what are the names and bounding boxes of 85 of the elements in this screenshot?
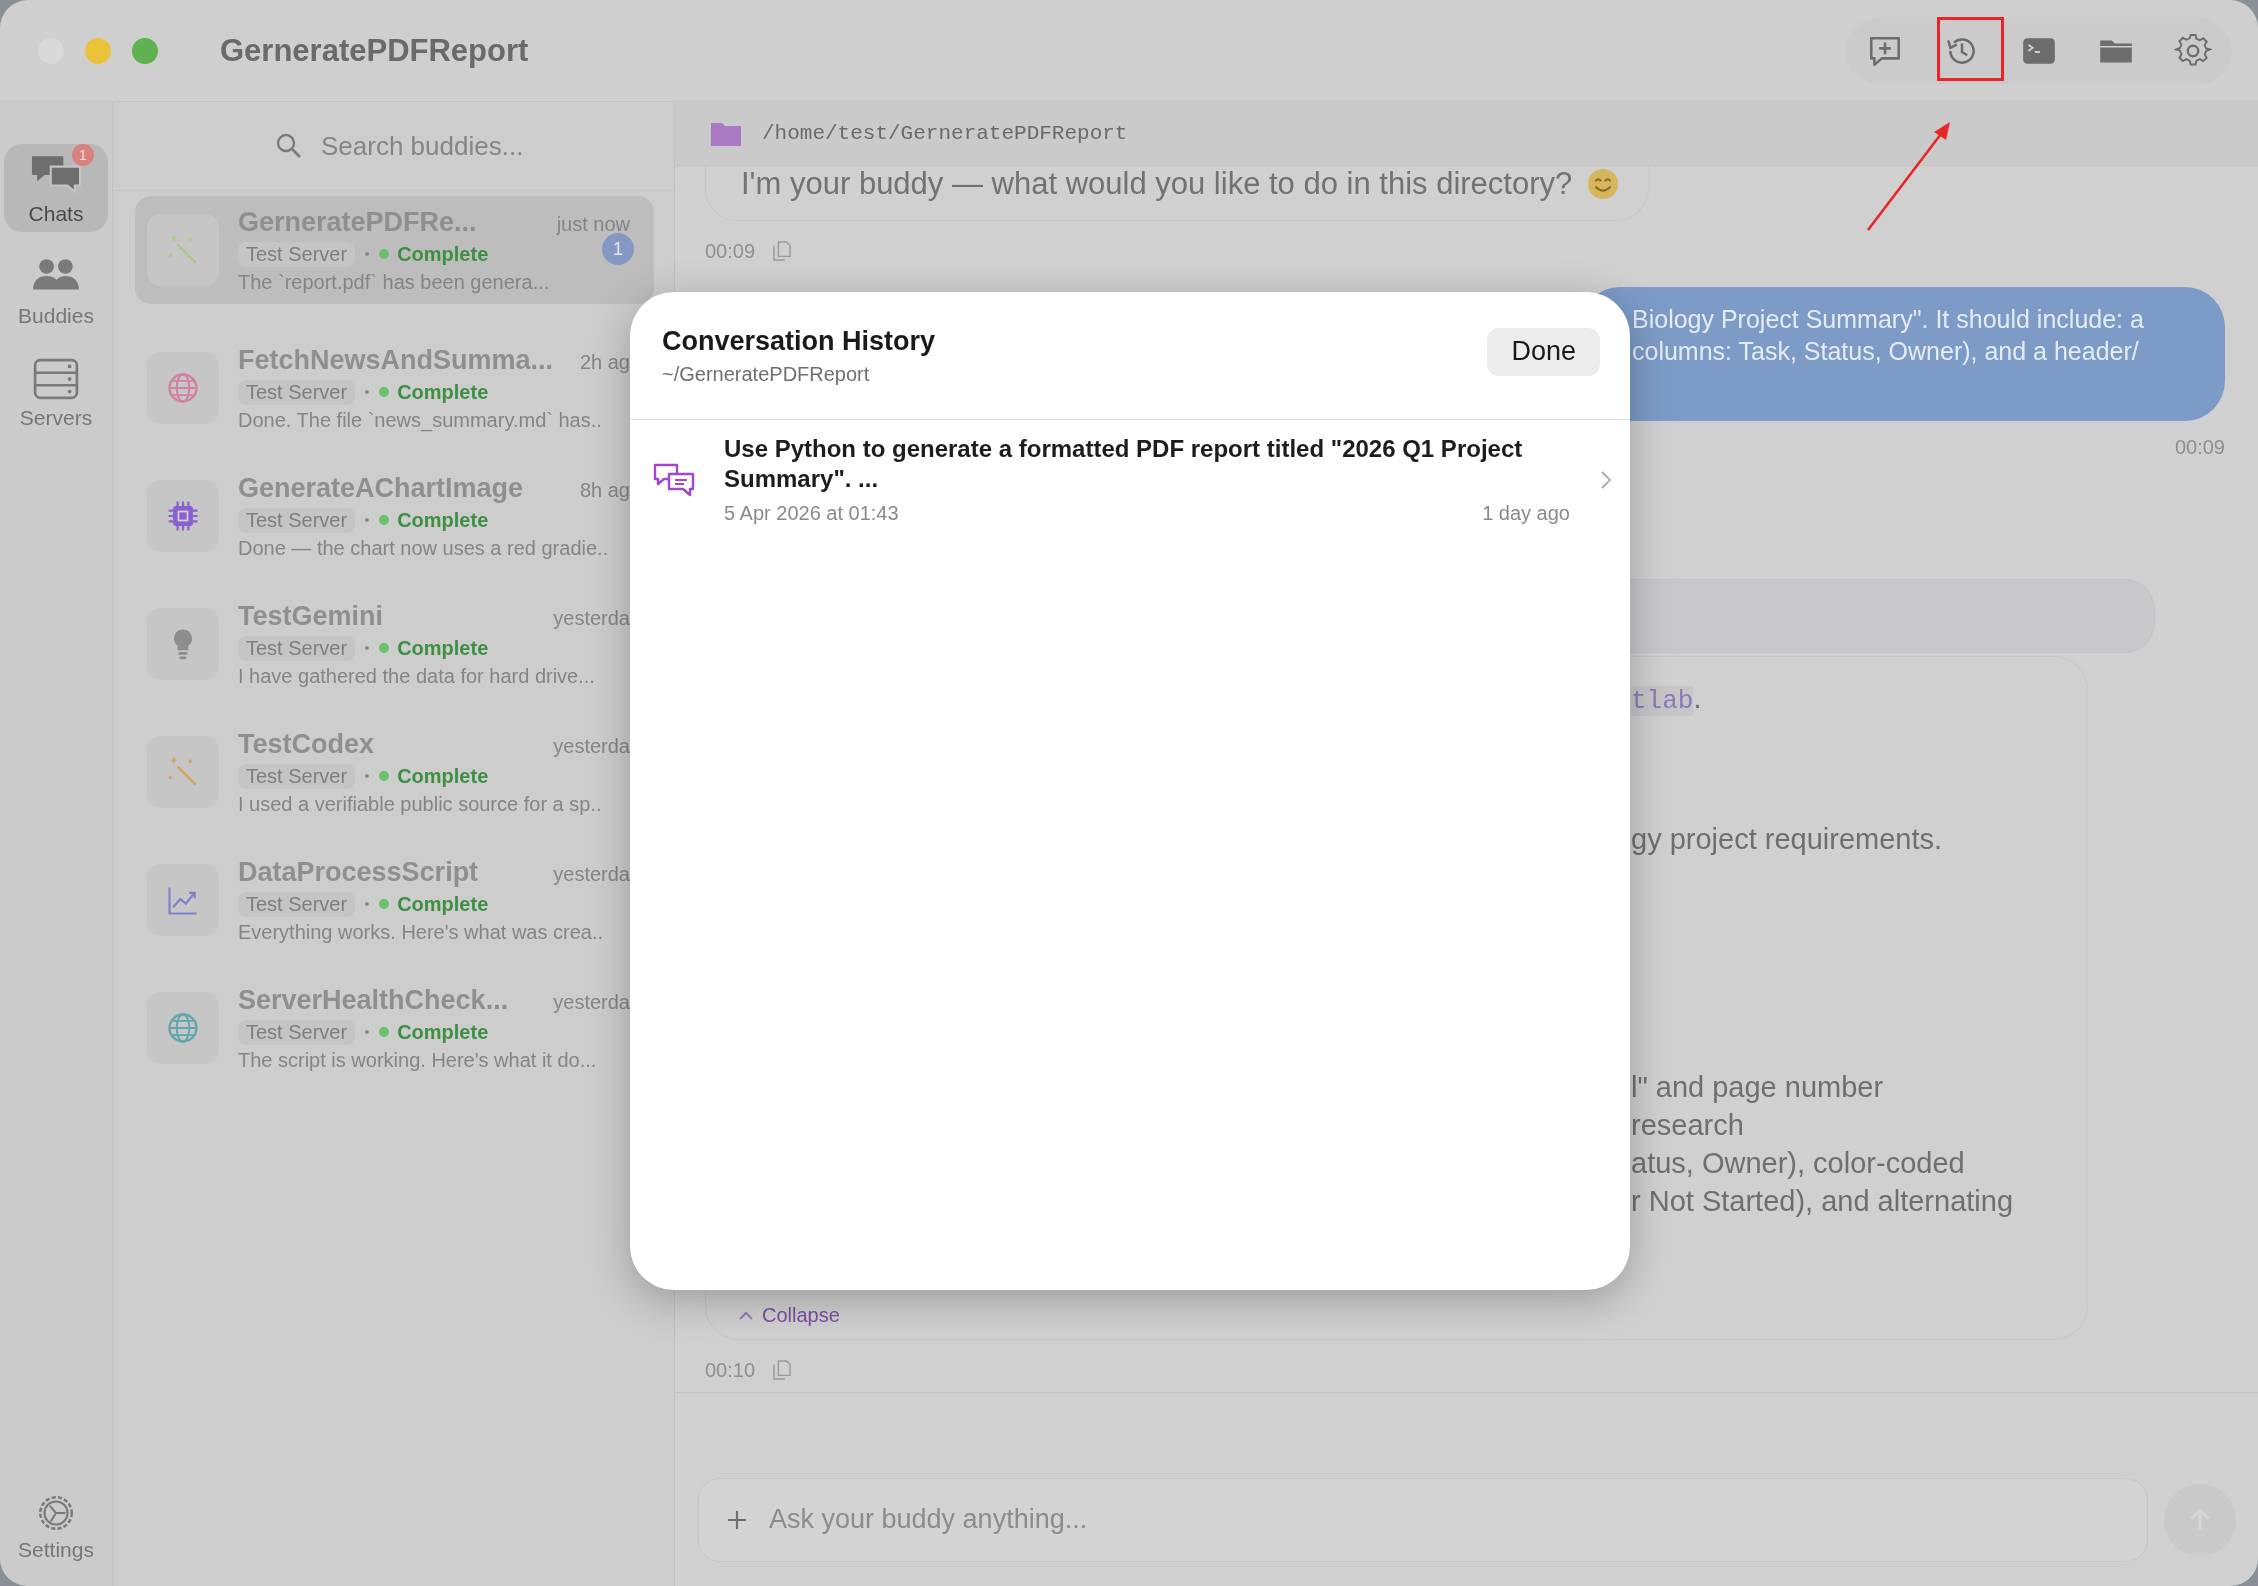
status-dot bbox=[379, 643, 390, 653]
message-time: 00:09 bbox=[705, 239, 756, 263]
chat-time: 2h ag bbox=[579, 350, 630, 374]
status-text: Complete bbox=[397, 242, 489, 266]
message-time: 00:09 bbox=[2174, 435, 2225, 459]
chat-time: 8h ag bbox=[579, 478, 630, 502]
message-text: columns: Task, Status, Owner), and a header/ bbox=[1632, 336, 2140, 367]
highlight-box bbox=[1937, 17, 2004, 81]
chevron-icon bbox=[1600, 469, 1612, 490]
chat-preview: I used a verifiable public source for a sp.. bbox=[238, 792, 603, 816]
caret-icon bbox=[738, 1310, 754, 1321]
done-button[interactable]: Done bbox=[1487, 327, 1600, 376]
status-text: Complete bbox=[397, 380, 489, 404]
status-dot bbox=[379, 1027, 390, 1037]
chat-preview: I have gathered the data for hard drive... bbox=[238, 664, 596, 688]
chat-time: just now bbox=[556, 212, 630, 236]
status-text: Complete bbox=[397, 1020, 489, 1044]
directory-path: /home/test/GerneratePDFReport bbox=[762, 122, 1128, 145]
message-text: I'm your buddy — what would you like to do in this directory? bbox=[741, 166, 1573, 202]
minimize-button[interactable] bbox=[85, 37, 111, 64]
nav-item[interactable]: Chats 1 bbox=[4, 144, 108, 232]
chat-time: yesterda bbox=[553, 862, 630, 886]
message-field[interactable]: Ask your buddy anything... bbox=[698, 1477, 2148, 1562]
message-text: atus, Owner), color-coded bbox=[1631, 1146, 1966, 1181]
server-tag: Test Server bbox=[238, 379, 356, 405]
nav-item[interactable]: Buddies bbox=[4, 246, 108, 334]
message-input[interactable]: Ask your buddy anything... bbox=[767, 1503, 2147, 1536]
chat-title: GenerateAChartImage bbox=[238, 472, 524, 504]
smiley-icon bbox=[1586, 167, 1621, 201]
unread-badge: 1 bbox=[602, 233, 634, 265]
collapse-link[interactable]: Collapse bbox=[738, 1304, 2087, 1327]
history-date: 5 Apr 2026 at 01:43 bbox=[724, 502, 899, 525]
nav-item[interactable]: Servers bbox=[4, 348, 108, 436]
status-dot bbox=[379, 387, 390, 397]
chat-preview: The `report.pdf` has been genera... bbox=[238, 270, 551, 294]
message-text: l" and page number bbox=[1631, 1070, 1885, 1105]
message-text: r Not Started), and alternating bbox=[1631, 1184, 2015, 1219]
chat-time: yesterda bbox=[553, 734, 630, 758]
history-age: 1 day ago bbox=[1482, 502, 1570, 525]
copy-icon[interactable] bbox=[773, 1359, 792, 1381]
history-title: Use Python to generate a formatted PDF report titled "2026 Q1 Project Summary". ... bbox=[724, 434, 1524, 494]
status-dot bbox=[379, 899, 390, 909]
server-tag: Test Server bbox=[238, 241, 356, 267]
chat-title: ServerHealthCheck... bbox=[238, 984, 509, 1016]
server-tag: Test Server bbox=[238, 507, 356, 533]
zoom-button[interactable] bbox=[132, 37, 158, 64]
status-text: Complete bbox=[397, 508, 489, 532]
status-text: Complete bbox=[397, 764, 489, 788]
search-field[interactable]: Search buddies... bbox=[319, 129, 623, 163]
chat-preview: Done — the chart now uses a red gradie.. bbox=[238, 536, 610, 560]
dialog-title: Conversation History bbox=[662, 325, 936, 357]
message-time: 00:10 bbox=[705, 1358, 756, 1382]
chat-preview: Everything works. Here's what was crea.. bbox=[238, 920, 605, 944]
chat-preview: The script is working. Here's what it do... bbox=[238, 1048, 598, 1072]
folder-icon bbox=[710, 120, 742, 147]
settings-nav-item[interactable]: Settings bbox=[4, 1484, 108, 1568]
dialog-subtitle: ~/GerneratePDFReport bbox=[662, 362, 871, 386]
chat-list-item[interactable]: TestGemini yesterda Test Server Complete I have gathered the data for hard drive... bbox=[135, 580, 654, 708]
server-tag: Test Server bbox=[238, 891, 356, 917]
chat-time: yesterda bbox=[553, 606, 630, 630]
server-tag: Test Server bbox=[238, 1019, 356, 1045]
chat-title: FetchNewsAndSumma... bbox=[238, 344, 554, 376]
copy-icon[interactable] bbox=[773, 240, 792, 262]
message-text: Biology Project Summary". It should include: a bbox=[1632, 304, 2145, 335]
status-dot bbox=[379, 249, 390, 259]
unread-badge: 1 bbox=[72, 144, 94, 166]
status-text: Complete bbox=[397, 636, 489, 660]
search-icon bbox=[275, 132, 303, 160]
server-tag: Test Server bbox=[238, 635, 356, 661]
status-dot bbox=[379, 771, 390, 781]
message-text: research bbox=[1631, 1108, 1745, 1143]
status-dot bbox=[379, 515, 390, 525]
chat-list-item[interactable]: TestCodex yesterda Test Server Complete I used a verifiable public source for a sp.. bbox=[135, 708, 654, 836]
chat-title: TestCodex bbox=[238, 728, 375, 760]
chat-list-item[interactable]: ServerHealthCheck... yesterda Test Server Complete The script is working. Here's what it do... bbox=[135, 964, 654, 1092]
chat-preview: Done. The file `news_summary.md` has.. bbox=[238, 408, 603, 432]
message-text: gy project requirements. bbox=[1631, 822, 1944, 857]
chat-title: TestGemini bbox=[238, 600, 384, 632]
window-title: GerneratePDFReport bbox=[220, 32, 529, 69]
status-text: Complete bbox=[397, 892, 489, 916]
server-tag: Test Server bbox=[238, 763, 356, 789]
chat-title: DataProcessScript bbox=[238, 856, 479, 888]
chat-list-item[interactable]: DataProcessScript yesterda Test Server Complete Everything works. Here's what was crea.. bbox=[135, 836, 654, 964]
chat-time: yesterda bbox=[553, 990, 630, 1014]
chat-bubbles-icon bbox=[652, 461, 696, 498]
